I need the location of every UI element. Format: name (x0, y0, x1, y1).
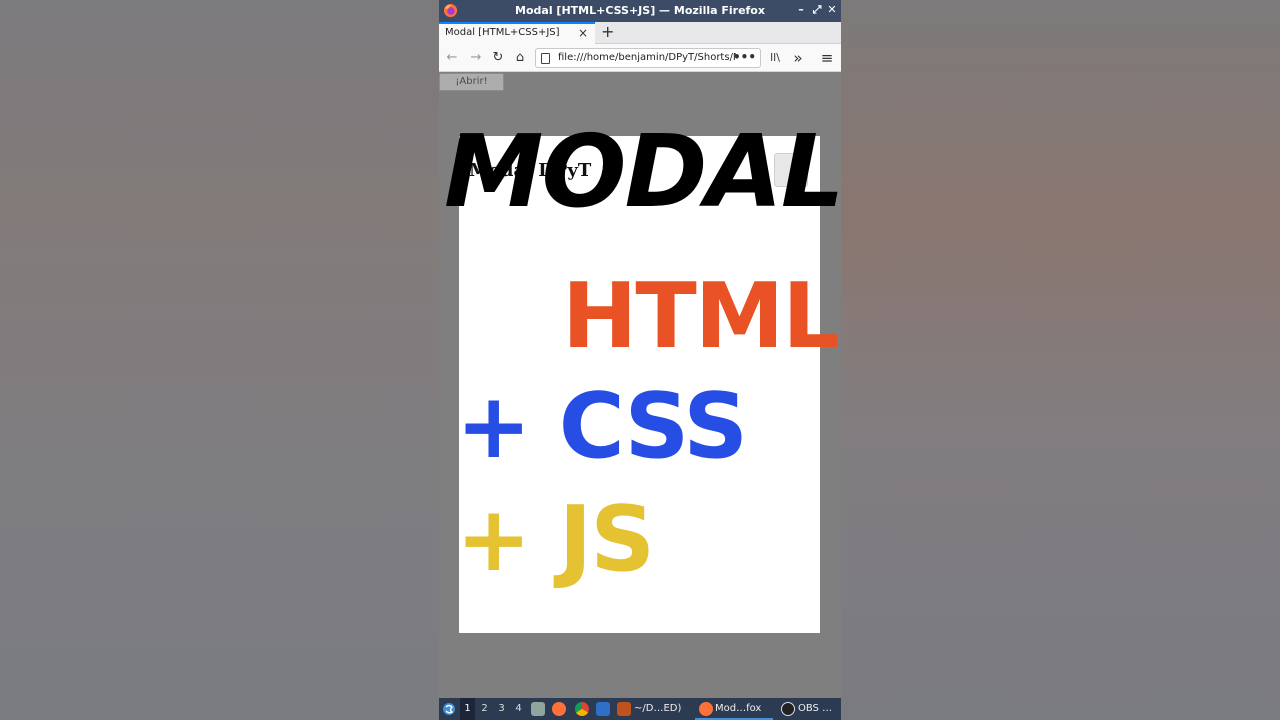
page-actions-icon[interactable]: ••• (733, 50, 756, 64)
workspace-2[interactable]: 2 (477, 698, 492, 720)
maximize-button[interactable]: ⤢ (810, 3, 824, 17)
file-manager-icon[interactable] (531, 702, 545, 716)
task-firefox[interactable]: Mod…fox (695, 698, 773, 720)
overlay-js-text: + JS (456, 487, 655, 592)
tab-bar: Modal [HTML+CSS+JS] × + (439, 22, 841, 44)
new-tab-button[interactable]: + (601, 22, 614, 42)
reload-icon[interactable]: ↻ (490, 50, 506, 66)
overlay-html-text: HTML (562, 264, 840, 369)
navigation-toolbar: ← → ↻ ⌂ file:///home/benjamin/DPyT/Short… (439, 44, 841, 72)
workspace-3[interactable]: 3 (494, 698, 509, 720)
menu-icon[interactable]: ≡ (819, 50, 835, 66)
task-terminal[interactable]: ~/D…ED) (634, 698, 681, 720)
minimize-button[interactable]: – (794, 3, 808, 17)
forward-icon[interactable]: → (468, 50, 484, 66)
background-blur-left (0, 0, 440, 720)
home-icon[interactable]: ⌂ (512, 50, 528, 66)
obs-icon (781, 702, 795, 716)
overlay-modal-text: MODAL (444, 113, 845, 230)
workspace-1[interactable]: 1 (460, 698, 475, 720)
url-bar[interactable]: file:///home/benjamin/DPyT/Shorts/M ••• (535, 48, 761, 68)
url-text[interactable]: file:///home/benjamin/DPyT/Shorts/M (558, 52, 738, 63)
task-obs[interactable]: OBS …tu (798, 698, 841, 720)
close-window-button[interactable]: ✕ (825, 3, 839, 17)
tab-close-icon[interactable]: × (578, 26, 588, 40)
chrome-icon[interactable] (575, 702, 589, 716)
firefox-launcher-icon[interactable] (552, 702, 566, 716)
library-icon[interactable]: ll\ (767, 50, 783, 66)
back-icon[interactable]: ← (444, 50, 460, 66)
terminal-launcher-icon[interactable] (596, 702, 610, 716)
window-title: Modal [HTML+CSS+JS] — Mozilla Firefox (515, 4, 765, 17)
tab-label: Modal [HTML+CSS+JS] (445, 27, 560, 38)
background-blur-right (841, 0, 1280, 720)
taskbar: 1 2 3 4 ~/D…ED) Mod…fox OBS …tu (439, 698, 841, 720)
start-menu-icon[interactable] (442, 702, 456, 716)
tab-modal[interactable]: Modal [HTML+CSS+JS] × (439, 22, 595, 44)
window-titlebar[interactable]: Modal [HTML+CSS+JS] — Mozilla Firefox – … (439, 0, 841, 22)
workspace-4[interactable]: 4 (511, 698, 526, 720)
terminal-icon[interactable] (617, 702, 631, 716)
page-icon (541, 53, 550, 64)
overflow-icon[interactable]: » (790, 50, 806, 66)
open-modal-button[interactable]: ¡Abrir! (439, 73, 504, 91)
overlay-css-text: + CSS (456, 374, 748, 479)
